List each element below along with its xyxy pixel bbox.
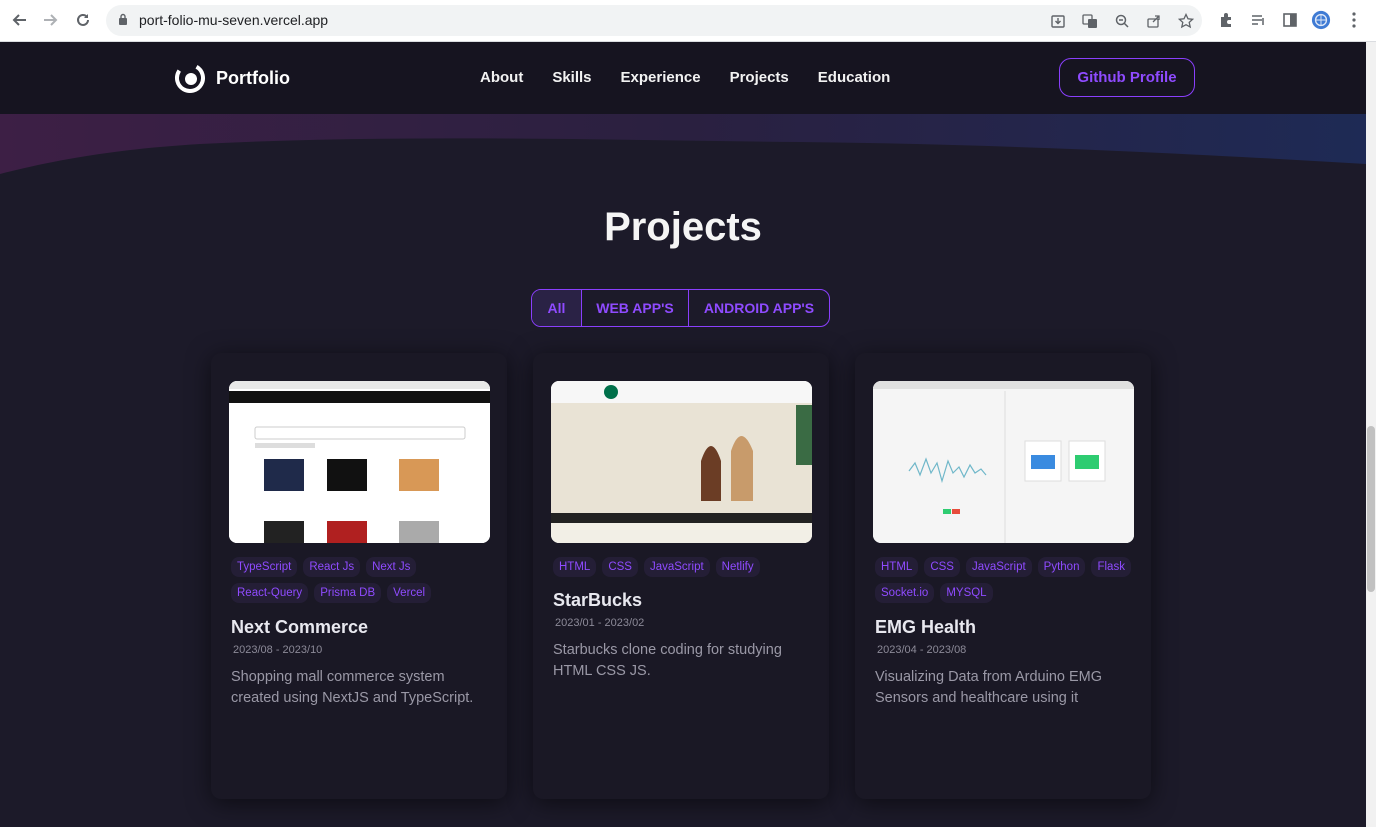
project-card[interactable]: TypeScript React Js Next Js React-Query … bbox=[211, 353, 507, 799]
project-screenshot-next-commerce bbox=[229, 381, 490, 543]
tech-tag: Netlify bbox=[715, 557, 760, 577]
project-date: 2023/08 - 2023/10 bbox=[233, 644, 323, 656]
project-date: 2023/01 - 2023/02 bbox=[555, 617, 645, 629]
tech-tag: CSS bbox=[602, 557, 638, 577]
tech-tags: HTML CSS JavaScript Netlify bbox=[553, 557, 815, 577]
nav-link-skills[interactable]: Skills bbox=[552, 69, 591, 86]
github-profile-button[interactable]: Github Profile bbox=[1059, 58, 1195, 97]
project-date: 2023/04 - 2023/08 bbox=[877, 644, 967, 656]
project-screenshot-emg-health bbox=[873, 381, 1134, 543]
reading-list-icon[interactable] bbox=[1248, 10, 1268, 30]
page-viewport: Portfolio About Skills Experience Projec… bbox=[0, 42, 1366, 827]
tech-tag: Socket.io bbox=[875, 583, 935, 603]
kebab-menu-icon[interactable] bbox=[1344, 10, 1364, 30]
lock-icon bbox=[119, 13, 127, 25]
project-description: Shopping mall commerce system created us… bbox=[231, 669, 474, 706]
nav-link-education[interactable]: Education bbox=[818, 69, 891, 86]
brand-logo[interactable]: Portfolio bbox=[174, 62, 290, 94]
nav-link-projects[interactable]: Projects bbox=[730, 69, 789, 86]
scrollbar-thumb[interactable] bbox=[1367, 426, 1375, 592]
logo-mark-icon bbox=[175, 63, 205, 94]
tech-tag: Prisma DB bbox=[314, 583, 382, 603]
decorative-wave bbox=[0, 114, 1366, 174]
address-bar[interactable]: port-folio-mu-seven.vercel.app bbox=[106, 5, 1202, 36]
project-title: EMG Health bbox=[875, 617, 977, 637]
reload-icon[interactable] bbox=[72, 9, 94, 31]
tech-tag: JavaScript bbox=[643, 557, 710, 577]
nav-links: About Skills Experience Projects Educati… bbox=[480, 69, 890, 86]
profile-avatar-icon[interactable] bbox=[1311, 10, 1331, 30]
tech-tag: React-Query bbox=[231, 583, 309, 603]
extensions-icon[interactable] bbox=[1216, 10, 1236, 30]
zoom-icon[interactable] bbox=[1112, 11, 1132, 31]
tech-tag: Python bbox=[1037, 557, 1086, 577]
page-scrollbar[interactable] bbox=[1366, 42, 1376, 827]
tech-tag: Vercel bbox=[387, 583, 432, 603]
tech-tags: HTML CSS JavaScript Python Flask Socket.… bbox=[875, 557, 1137, 603]
project-title: Next Commerce bbox=[231, 617, 369, 637]
url-text: port-folio-mu-seven.vercel.app bbox=[139, 12, 329, 28]
bookmark-star-icon[interactable] bbox=[1176, 11, 1196, 31]
tech-tag: CSS bbox=[924, 557, 960, 577]
nav-link-experience[interactable]: Experience bbox=[621, 69, 701, 86]
tab-android-apps[interactable]: ANDROID APP'S bbox=[689, 290, 829, 326]
project-title: StarBucks bbox=[553, 590, 643, 610]
translate-icon[interactable] bbox=[1080, 11, 1100, 31]
project-filter-tabs: All WEB APP'S ANDROID APP'S bbox=[531, 289, 830, 327]
tab-all[interactable]: All bbox=[532, 290, 582, 326]
project-card[interactable]: HTML CSS JavaScript Netlify StarBucks 20… bbox=[533, 353, 829, 799]
project-screenshot-starbucks bbox=[551, 381, 812, 543]
site-navbar: Portfolio About Skills Experience Projec… bbox=[0, 42, 1366, 114]
tech-tag: Next Js bbox=[366, 557, 417, 577]
arrow-right-icon[interactable] bbox=[40, 9, 62, 31]
browser-toolbar: port-folio-mu-seven.vercel.app bbox=[0, 0, 1376, 42]
tech-tag: Flask bbox=[1091, 557, 1131, 577]
tech-tag: MYSQL bbox=[940, 583, 993, 603]
tech-tag: React Js bbox=[303, 557, 361, 577]
project-description: Visualizing Data from Arduino EMG Sensor… bbox=[875, 669, 1103, 706]
tech-tag: HTML bbox=[875, 557, 919, 577]
install-icon[interactable] bbox=[1048, 11, 1068, 31]
tech-tags: TypeScript React Js Next Js React-Query … bbox=[231, 557, 493, 603]
tech-tag: HTML bbox=[553, 557, 597, 577]
tech-tag: TypeScript bbox=[231, 557, 298, 577]
brand-name: Portfolio bbox=[216, 67, 290, 88]
nav-link-about[interactable]: About bbox=[480, 69, 523, 86]
project-description: Starbucks clone coding for studying HTML… bbox=[553, 642, 782, 679]
side-panel-icon[interactable] bbox=[1280, 10, 1300, 30]
tech-tag: JavaScript bbox=[965, 557, 1032, 577]
share-icon[interactable] bbox=[1144, 11, 1164, 31]
projects-title: Projects bbox=[604, 205, 762, 249]
arrow-left-icon[interactable] bbox=[8, 9, 30, 31]
project-card[interactable]: HTML CSS JavaScript Python Flask Socket.… bbox=[855, 353, 1151, 799]
tab-web-apps[interactable]: WEB APP'S bbox=[582, 290, 689, 326]
